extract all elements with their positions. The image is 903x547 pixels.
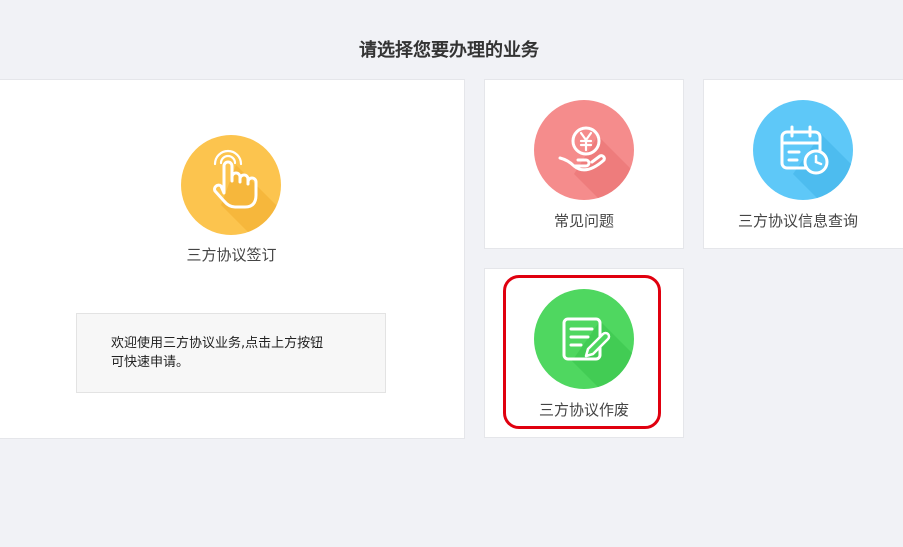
sign-agreement-card[interactable]: 三方协议签订 欢迎使用三方协议业务,点击上方按钮 可快速申请。	[0, 79, 465, 439]
document-edit-icon	[562, 317, 634, 389]
sign-agreement-label: 三方协议签订	[186, 246, 277, 264]
sign-circle[interactable]	[181, 135, 281, 235]
hand-pointer-icon	[213, 149, 281, 235]
yuan-hand-icon	[558, 126, 634, 200]
agreement-void-card[interactable]: 三方协议作废	[484, 268, 684, 438]
calendar-clock-icon	[780, 125, 853, 200]
agreement-query-label: 三方协议信息查询	[737, 212, 858, 230]
faq-label: 常见问题	[553, 212, 614, 230]
notice-line-1: 欢迎使用三方协议业务,点击上方按钮	[111, 336, 324, 351]
notice-line-2: 可快速申请。	[111, 355, 190, 370]
welcome-notice: 欢迎使用三方协议业务,点击上方按钮 可快速申请。	[76, 313, 386, 393]
page-title: 请选择您要办理的业务	[359, 40, 539, 61]
agreement-query-card[interactable]: 三方协议信息查询	[703, 79, 903, 249]
agreement-void-label: 三方协议作废	[538, 401, 629, 419]
faq-card[interactable]: 常见问题	[484, 79, 684, 249]
void-circle[interactable]	[534, 289, 634, 389]
query-circle[interactable]	[753, 100, 853, 200]
faq-circle[interactable]	[534, 100, 634, 200]
